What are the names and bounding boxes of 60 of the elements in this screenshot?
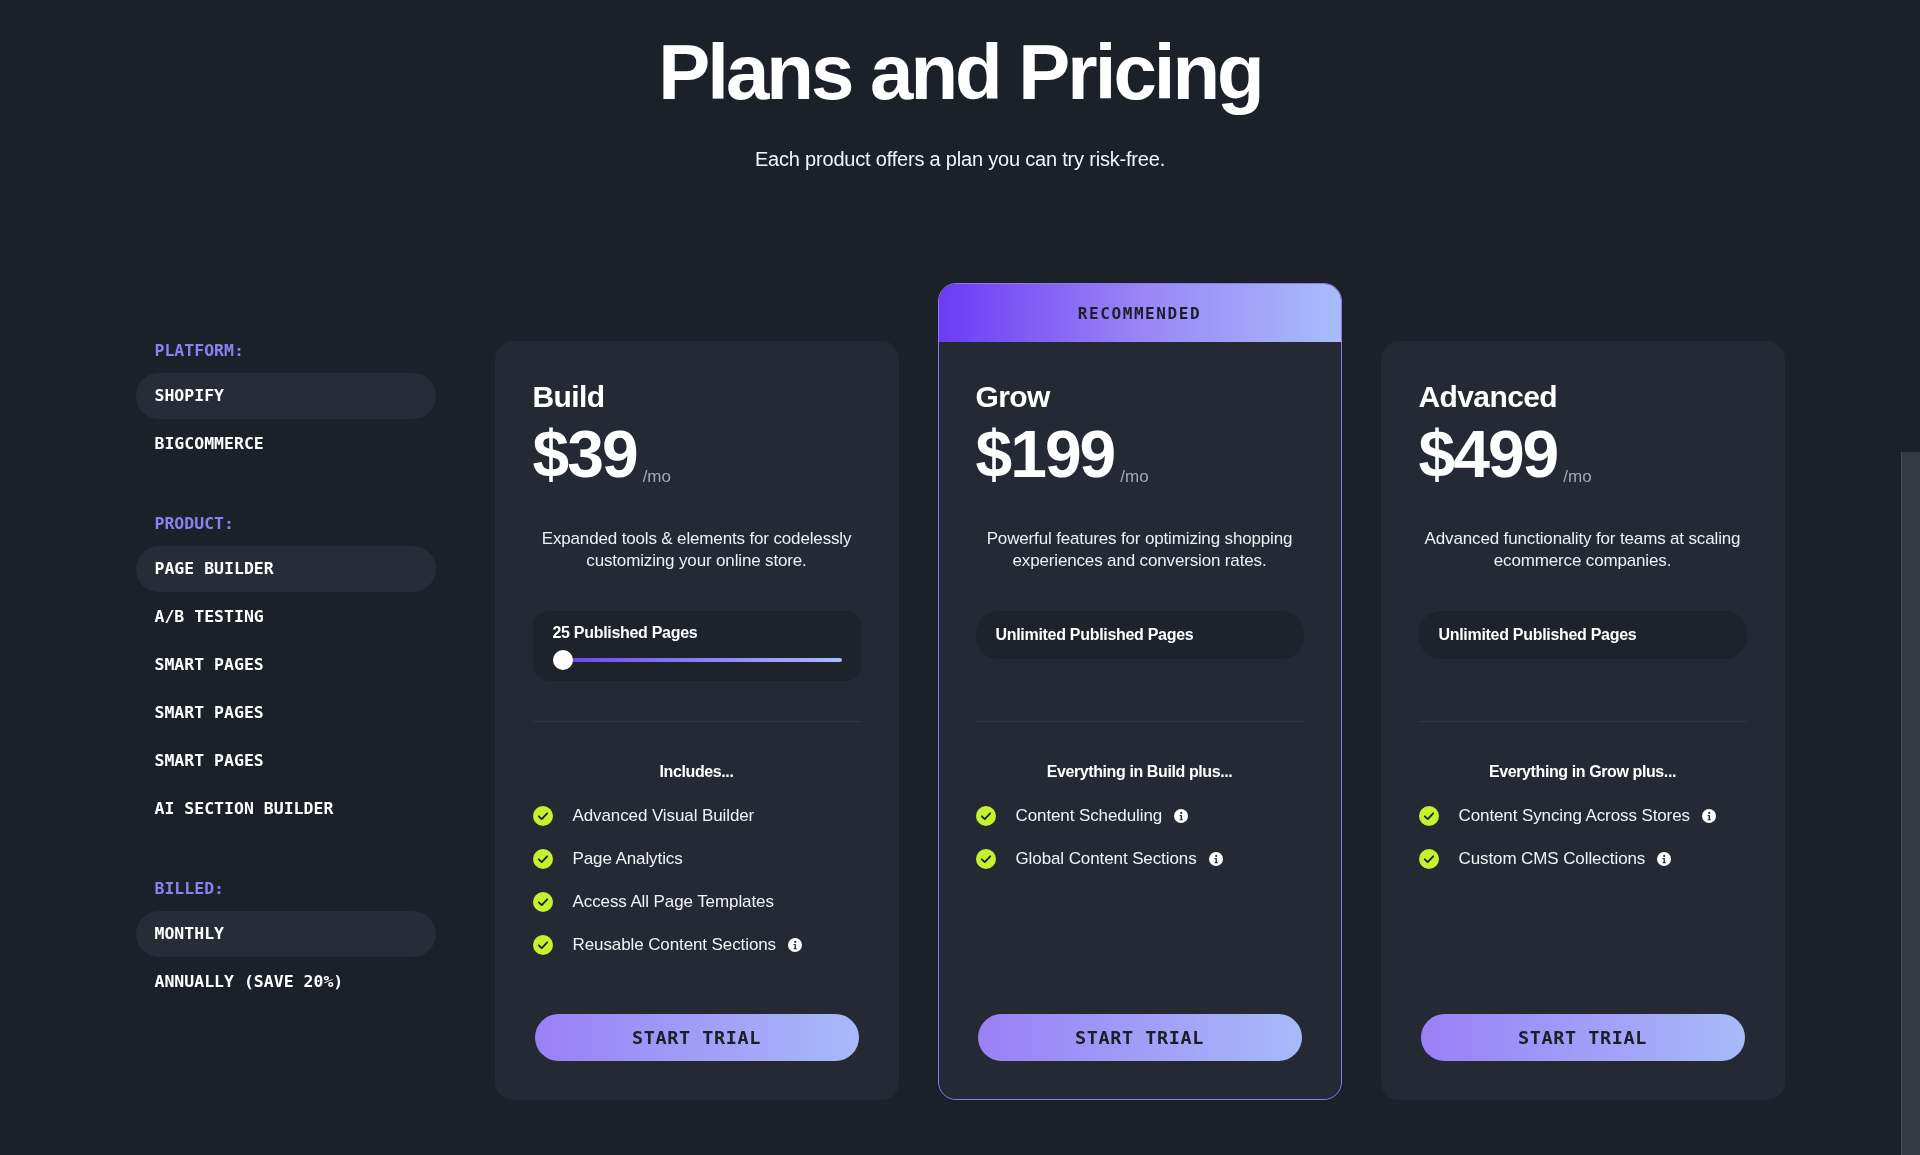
plan-description: Expanded tools & elements for codelessly customizing your online store. — [540, 528, 853, 572]
info-icon[interactable] — [1174, 808, 1189, 823]
check-icon — [532, 805, 553, 826]
plan-price: $199 — [975, 421, 1115, 487]
price-period: /mo — [1120, 467, 1149, 487]
plan-name: Advanced — [1418, 379, 1559, 415]
filter-option[interactable]: SMART PAGES — [135, 690, 436, 736]
price-period: /mo — [1563, 467, 1592, 487]
filter-option[interactable]: AI SECTION BUILDER — [135, 786, 436, 832]
filter-group-label: PLATFORM: — [153, 341, 245, 361]
info-icon[interactable] — [1208, 851, 1223, 866]
filter-option[interactable]: PAGE BUILDER — [135, 546, 436, 592]
feature-label: Reusable Content Sections — [572, 933, 777, 956]
filter-option[interactable]: A/B TESTING — [135, 594, 436, 640]
feature-label: Content Syncing Across Stores — [1458, 804, 1690, 827]
plan-description: Advanced functionality for teams at scaling ecommerce companies. — [1423, 528, 1742, 572]
slider-thumb[interactable] — [552, 650, 573, 670]
features-heading: Includes... — [658, 762, 735, 782]
feature-label: Custom CMS Collections — [1458, 847, 1646, 870]
plan-name: Build — [532, 379, 606, 415]
feature-label: Global Content Sections — [1015, 847, 1197, 870]
scrollbar-thumb[interactable] — [1901, 452, 1920, 1155]
plan-price: $39 — [532, 421, 637, 487]
check-icon — [1418, 805, 1439, 826]
info-icon[interactable] — [1657, 851, 1672, 866]
filter-option[interactable]: SMART PAGES — [135, 738, 436, 784]
feature-label: Access All Page Templates — [572, 890, 774, 913]
check-icon — [975, 805, 996, 826]
plan-price: $499 — [1418, 421, 1558, 487]
features-heading: Everything in Grow plus... — [1488, 762, 1677, 782]
feature-label: Content Scheduling — [1015, 804, 1163, 827]
filter-option[interactable]: BIGCOMMERCE — [135, 421, 436, 467]
check-icon — [975, 848, 996, 869]
pages-label: Unlimited Published Pages — [995, 625, 1195, 645]
page-subtitle: Each product offers a plan you can try risk-free. — [753, 147, 1166, 172]
check-icon — [532, 848, 553, 869]
start-trial-button[interactable]: START TRIAL — [977, 1014, 1302, 1061]
price-period: /mo — [642, 467, 671, 487]
start-trial-button[interactable]: START TRIAL — [1420, 1014, 1745, 1061]
filter-group-label: BILLED: — [153, 879, 226, 899]
features-heading: Everything in Build plus... — [1045, 762, 1234, 782]
filter-option[interactable]: MONTHLY — [135, 911, 436, 957]
filter-option[interactable]: SMART PAGES — [135, 642, 436, 688]
filter-group-label: PRODUCT: — [153, 514, 235, 534]
filter-option[interactable]: ANNUALLY (SAVE 20%) — [135, 959, 436, 1005]
check-icon — [1418, 848, 1439, 869]
feature-label: Advanced Visual Builder — [572, 804, 755, 827]
check-icon — [532, 891, 553, 912]
plan-name: Grow — [975, 379, 1052, 415]
filter-option[interactable]: SHOPIFY — [135, 373, 436, 419]
start-trial-button[interactable]: START TRIAL — [534, 1014, 859, 1061]
info-icon[interactable] — [788, 937, 803, 952]
pages-label: Unlimited Published Pages — [1438, 625, 1638, 645]
page-title: Plans and Pricing — [657, 29, 1263, 115]
plan-description: Powerful features for optimizing shopping experiences and conversion rates. — [985, 528, 1294, 572]
info-icon[interactable] — [1701, 808, 1716, 823]
check-icon — [532, 934, 553, 955]
feature-label: Page Analytics — [572, 847, 683, 870]
pages-label: 25 Published Pages — [552, 623, 699, 643]
recommended-banner: RECOMMENDED — [938, 284, 1341, 342]
